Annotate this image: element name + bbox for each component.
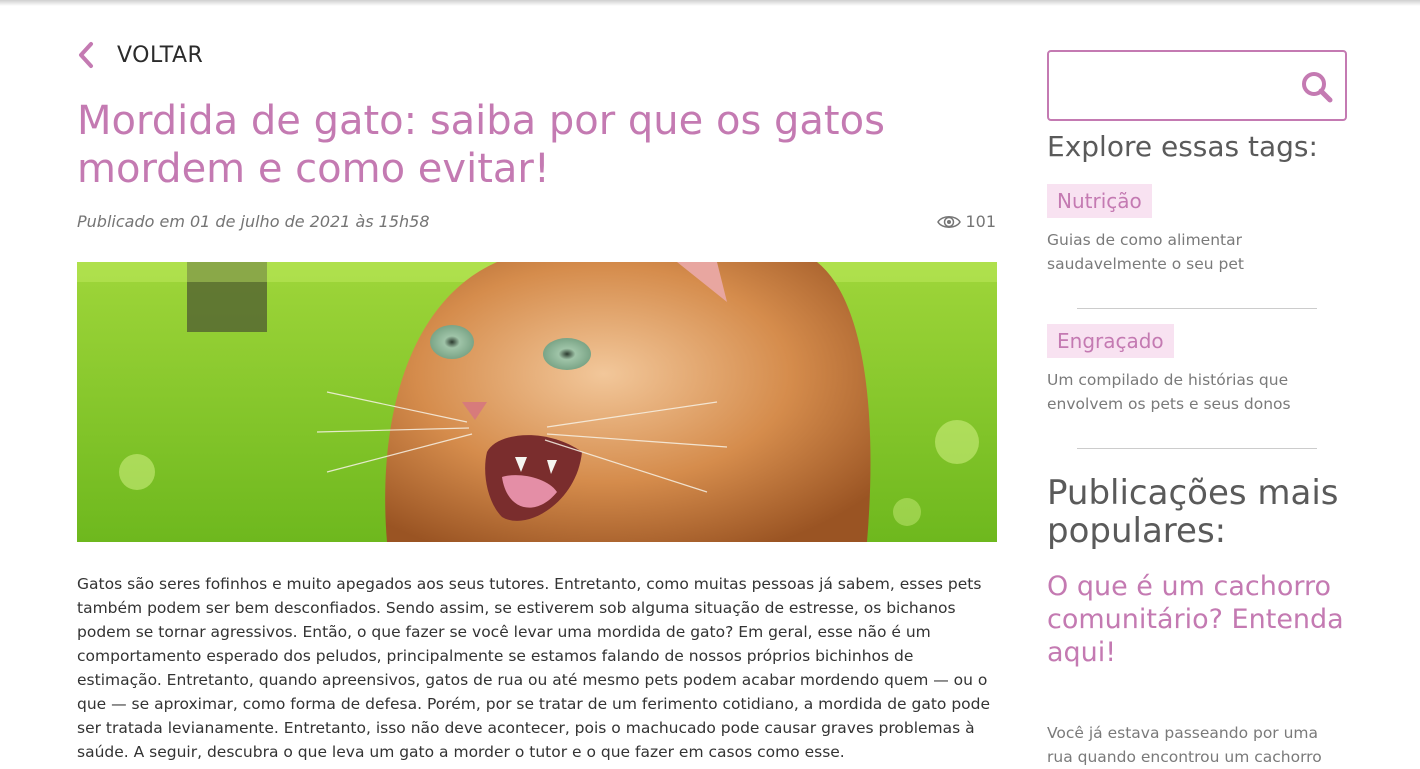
- popular-heading: Publicações mais populares:: [1047, 473, 1339, 551]
- search-button[interactable]: [1299, 69, 1335, 105]
- search-box: [1047, 50, 1347, 121]
- article-title: Mordida de gato: saiba por que os gatos …: [77, 98, 885, 192]
- view-count-value: 101: [965, 212, 996, 231]
- article-body: Gatos são seres fofinhos e muito apegado…: [77, 575, 991, 761]
- eye-icon: [937, 215, 962, 228]
- search-icon: [1302, 72, 1333, 103]
- tags-heading: Explore essas tags:: [1047, 130, 1318, 163]
- article-hero-image: [77, 262, 997, 542]
- back-button[interactable]: VOLTAR: [77, 40, 203, 70]
- popular-post-excerpt: Você já estava passeando por uma rua qua…: [1047, 724, 1322, 766]
- tag-nutricao[interactable]: Nutrição: [1047, 184, 1152, 218]
- tag-description: Guias de como alimentar saudavelmente o …: [1047, 231, 1244, 273]
- view-count: 101: [937, 212, 996, 231]
- popular-post-title[interactable]: O que é um cachorro comunitário? Entenda…: [1047, 570, 1347, 669]
- tag-description: Um compilado de histórias que envolvem o…: [1047, 371, 1291, 413]
- top-shadow: [0, 0, 1420, 6]
- tag-engracado[interactable]: Engraçado: [1047, 324, 1174, 358]
- publish-date: Publicado em 01 de julho de 2021 às 15h5…: [77, 212, 430, 231]
- back-label: VOLTAR: [117, 42, 204, 68]
- divider: [1077, 308, 1317, 309]
- divider: [1077, 448, 1317, 449]
- search-input[interactable]: [1061, 52, 1295, 114]
- chevron-left-icon: [79, 42, 93, 68]
